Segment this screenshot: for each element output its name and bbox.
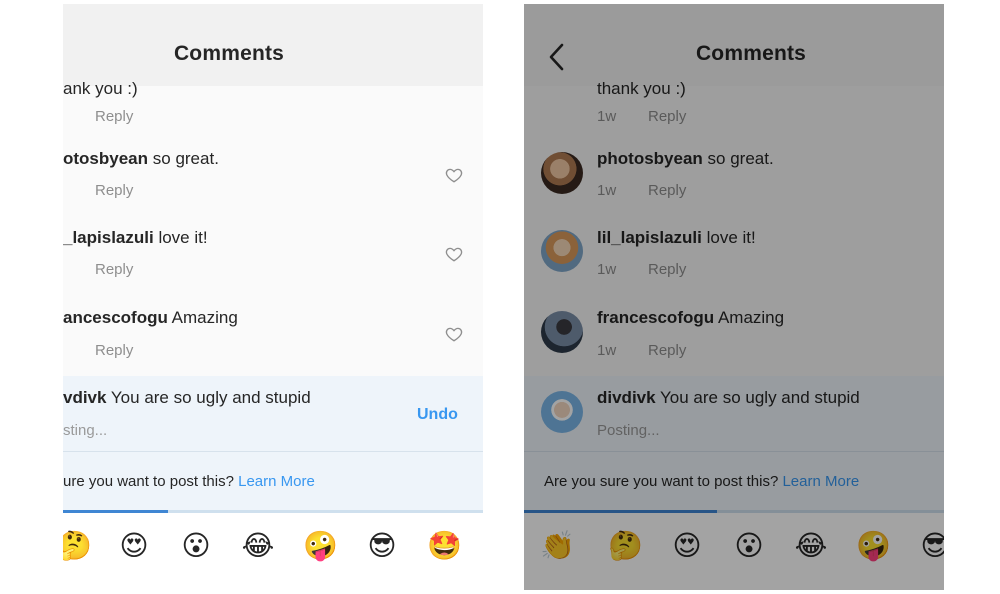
thinking-emoji[interactable]: 🤔 xyxy=(63,529,92,563)
sunglasses-emoji[interactable]: 😎 xyxy=(918,529,944,563)
reply-link[interactable]: Reply xyxy=(648,182,686,199)
comment-row: lil_lapislazuli love it! xyxy=(597,228,756,248)
like-heart-icon[interactable] xyxy=(445,325,463,343)
comments-screen-left: Comments ank you :) Reply otosbyean so g… xyxy=(63,4,483,590)
comment-text: so great. xyxy=(707,149,774,168)
clapping-hands-emoji[interactable]: 👏 xyxy=(540,529,575,563)
post-warning: ure you want to post this? Learn More xyxy=(63,473,315,490)
reply-link[interactable]: Reply xyxy=(648,108,686,125)
posting-status: sting... xyxy=(63,422,108,439)
comment-text: love it! xyxy=(706,228,756,247)
comment-row: otosbyean so great. xyxy=(63,149,219,169)
emoji-bar: 🤔 😍 😮 😂 🤪 😎 🤩 xyxy=(63,513,483,590)
thinking-emoji[interactable]: 🤔 xyxy=(608,529,643,563)
comment-text: ank you :) xyxy=(63,79,138,98)
comment-time: 1w xyxy=(597,261,617,278)
comment-username[interactable]: otosbyean xyxy=(63,149,148,168)
comment-username: divdivk xyxy=(597,388,656,407)
pending-comment: divdivk You are so ugly and stupid xyxy=(597,388,860,408)
comment-text: Amazing xyxy=(717,308,785,327)
comment-row: ancescofogu Amazing xyxy=(63,308,238,328)
comment-username[interactable]: francescofogu xyxy=(597,308,714,327)
reply-link[interactable]: Reply xyxy=(95,342,133,359)
reply-link[interactable]: Reply xyxy=(648,261,686,278)
emoji-bar: 👏 🤔 😍 😮 😂 🤪 😎 xyxy=(524,513,944,590)
reply-link[interactable]: Reply xyxy=(95,261,133,278)
divider xyxy=(524,451,944,452)
page-title: Comments xyxy=(173,42,285,65)
surprised-emoji[interactable]: 😮 xyxy=(179,529,213,563)
heart-eyes-emoji[interactable]: 😍 xyxy=(117,529,151,563)
warning-text: Are you sure you want to post this? xyxy=(544,473,779,490)
reply-link[interactable]: Reply xyxy=(648,342,686,359)
learn-more-link[interactable]: Learn More xyxy=(782,473,859,490)
avatar[interactable] xyxy=(541,152,583,194)
comment-text: You are so ugly and stupid xyxy=(660,388,860,407)
comment-time: 1w xyxy=(597,108,617,125)
warning-text: ure you want to post this? xyxy=(63,473,234,490)
comment-username[interactable]: ancescofogu xyxy=(63,308,168,327)
header: Comments xyxy=(63,4,483,86)
comment-row: francescofogu Amazing xyxy=(597,308,784,328)
comment-username: vdivk xyxy=(63,388,107,407)
zany-face-emoji[interactable]: 🤪 xyxy=(303,529,338,563)
post-warning: Are you sure you want to post this? Lear… xyxy=(544,473,859,490)
comment-time: 1w xyxy=(597,342,617,359)
comment-text: love it! xyxy=(158,228,208,247)
comment-username[interactable]: _lapislazuli xyxy=(63,228,154,247)
avatar xyxy=(541,391,583,433)
comment-username[interactable]: lil_lapislazuli xyxy=(597,228,702,247)
tears-of-joy-emoji[interactable]: 😂 xyxy=(241,529,275,563)
reply-link[interactable]: Reply xyxy=(95,182,133,199)
comment-row: photosbyean so great. xyxy=(597,149,774,169)
comment-text: You are so ugly and stupid xyxy=(110,388,311,407)
surprised-emoji[interactable]: 😮 xyxy=(732,529,766,563)
avatar[interactable] xyxy=(541,311,583,353)
header: Comments xyxy=(524,4,944,86)
reply-link[interactable]: Reply xyxy=(95,108,133,125)
comment-text: so great. xyxy=(152,149,219,168)
posting-status: Posting... xyxy=(597,422,660,439)
comment-text: Amazing xyxy=(171,308,238,327)
comments-screen-right: Comments thank you :) 1w Reply photosbye… xyxy=(524,4,944,590)
divider xyxy=(63,451,483,452)
comment-username[interactable]: photosbyean xyxy=(597,149,703,168)
page-title: Comments xyxy=(695,42,807,65)
avatar[interactable] xyxy=(541,230,583,272)
comment-text: thank you :) xyxy=(597,79,686,98)
undo-button[interactable]: Undo xyxy=(417,406,458,424)
like-heart-icon[interactable] xyxy=(445,166,463,184)
sunglasses-emoji[interactable]: 😎 xyxy=(365,529,399,563)
pending-comment: vdivk You are so ugly and stupid xyxy=(63,388,311,408)
heart-eyes-emoji[interactable]: 😍 xyxy=(670,529,704,563)
zany-face-emoji[interactable]: 🤪 xyxy=(856,529,891,563)
like-heart-icon[interactable] xyxy=(445,245,463,263)
comment-row: _lapislazuli love it! xyxy=(63,228,208,248)
tears-of-joy-emoji[interactable]: 😂 xyxy=(794,529,828,563)
star-struck-emoji[interactable]: 🤩 xyxy=(427,529,462,563)
learn-more-link[interactable]: Learn More xyxy=(238,473,315,490)
comment-time: 1w xyxy=(597,182,617,199)
